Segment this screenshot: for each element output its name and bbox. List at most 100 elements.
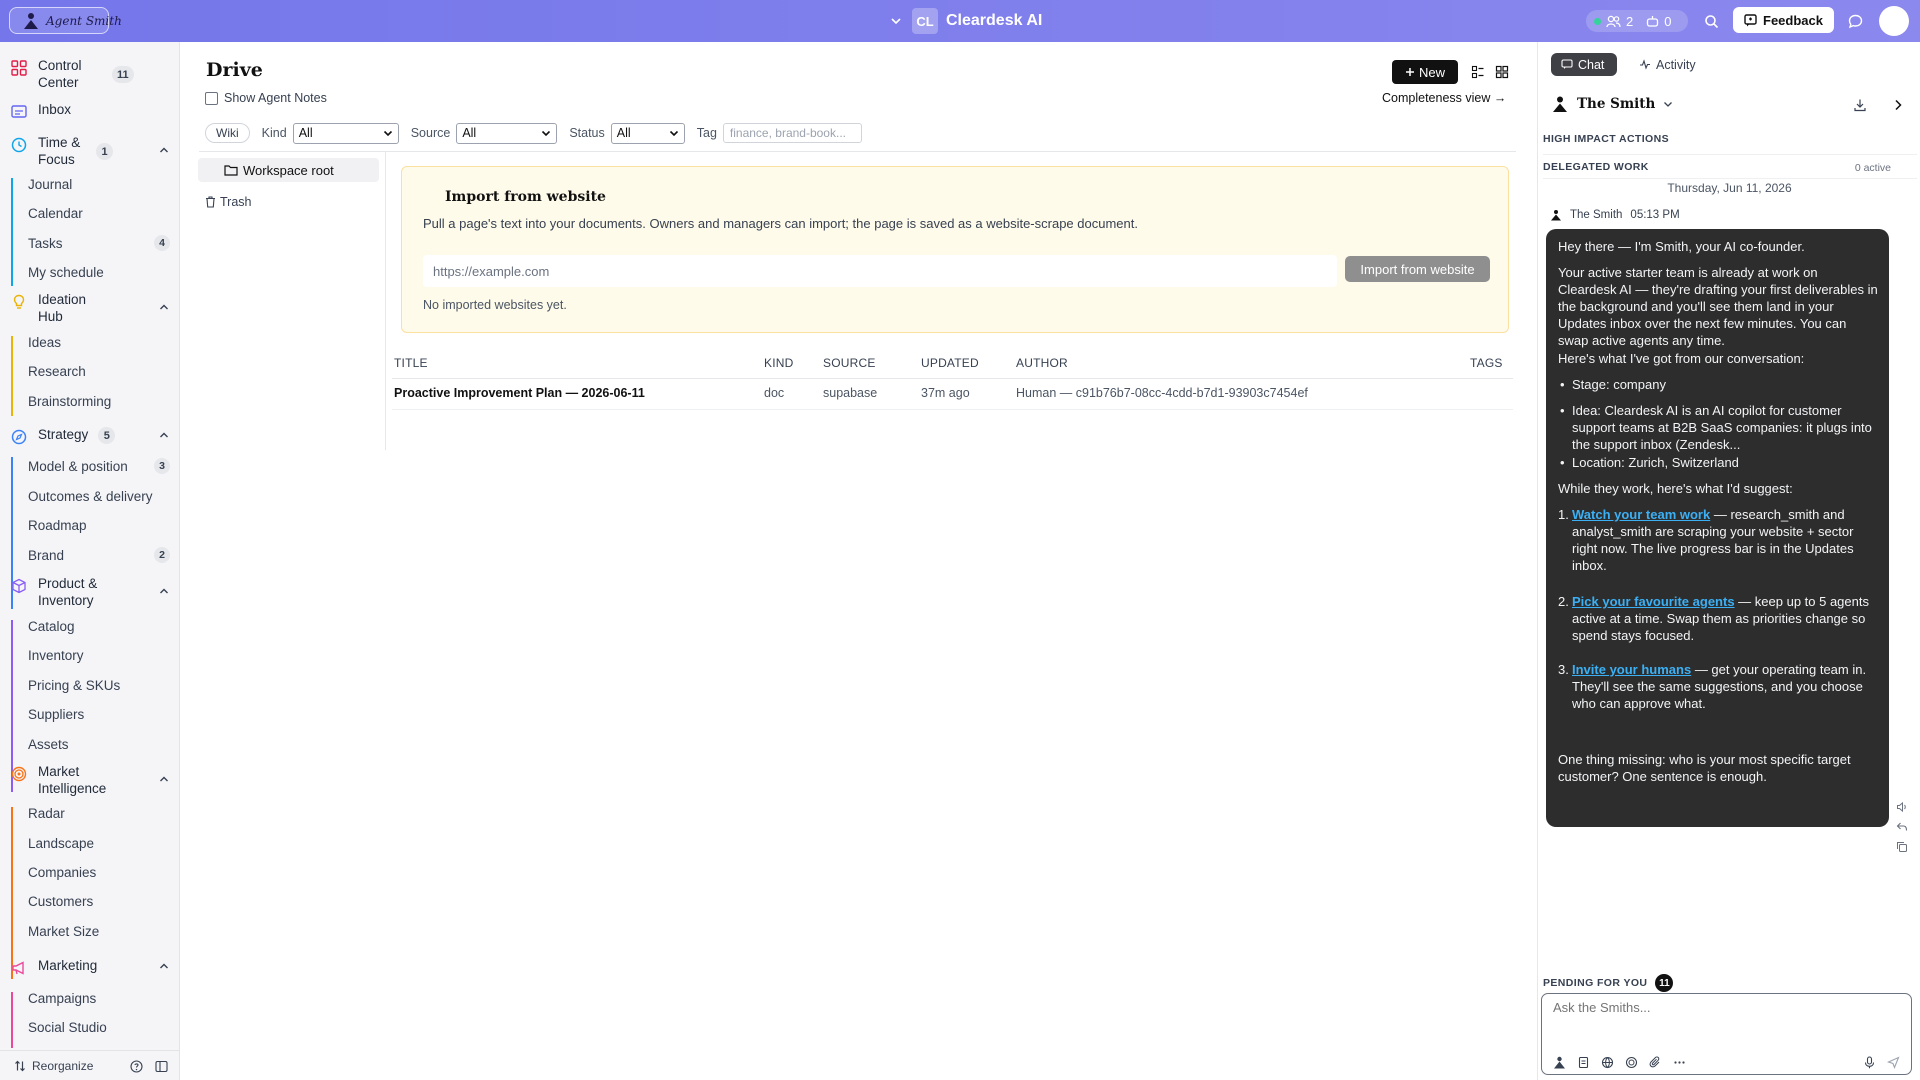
list-view-icon[interactable] [1467, 61, 1489, 83]
high-impact-actions-header[interactable]: HIGH IMPACT ACTIONS [1543, 133, 1917, 155]
sidebar-item-campaigns[interactable]: Campaigns [28, 990, 170, 1007]
chevron-up-icon[interactable] [158, 960, 170, 972]
sidebar-item-market-size[interactable]: Market Size [28, 923, 170, 940]
completeness-view-link[interactable]: Completeness view → [1382, 91, 1506, 105]
sidebar-item-model-position[interactable]: Model & position 3 [28, 458, 170, 475]
megaphone-icon [10, 959, 28, 977]
invite-humans-link[interactable]: Invite your humans [1572, 662, 1691, 677]
sidebar-item-my-schedule[interactable]: My schedule [28, 264, 170, 281]
speaker-icon[interactable] [1895, 800, 1908, 813]
pending-for-you[interactable]: PENDING FOR YOU 11 [1543, 974, 1674, 992]
pick-agents-link[interactable]: Pick your favourite agents [1572, 594, 1735, 609]
document-icon[interactable] [1577, 1056, 1590, 1069]
reorganize-button[interactable]: Reorganize [32, 1059, 93, 1073]
sidebar-item-market-intelligence[interactable]: Market Intelligence [10, 763, 174, 797]
app-logo[interactable]: Agent Smith [9, 7, 122, 34]
sidebar-item-tasks[interactable]: Tasks 4 [28, 235, 170, 252]
sidebar-item-landscape[interactable]: Landscape [28, 835, 170, 852]
sidebar-item-roadmap[interactable]: Roadmap [28, 517, 170, 534]
sidebar-item-brand[interactable]: Brand 2 [28, 547, 170, 564]
chevron-right-icon[interactable] [1890, 97, 1906, 113]
sidebar-item-social-studio[interactable]: Social Studio [28, 1019, 170, 1036]
download-icon[interactable] [1852, 97, 1868, 113]
tab-label: Activity [1656, 57, 1696, 72]
website-url-input[interactable]: https://example.com [423, 255, 1337, 287]
show-agent-notes-toggle[interactable]: Show Agent Notes [205, 91, 327, 105]
list-number: 3. [1558, 662, 1569, 677]
column-header-updated[interactable]: UPDATED [921, 356, 979, 370]
tree-item-trash[interactable]: Trash [205, 195, 252, 209]
status-select[interactable]: All [610, 122, 685, 144]
wiki-filter-chip[interactable]: Wiki [205, 123, 250, 143]
sidebar-item-customers[interactable]: Customers [28, 893, 170, 910]
sidebar-item-outcomes-delivery[interactable]: Outcomes & delivery [28, 488, 170, 505]
sidebar-item-ideation-hub[interactable]: Ideation Hub [10, 291, 174, 325]
grid-view-icon[interactable] [1491, 61, 1513, 83]
sidebar-item-strategy[interactable]: Strategy 5 [10, 426, 174, 446]
tree-item-workspace-root[interactable]: Workspace root [198, 158, 379, 182]
kind-select[interactable]: All [292, 122, 399, 144]
user-avatar[interactable] [1879, 6, 1909, 36]
tag-filter-input[interactable]: finance, brand-book... [722, 123, 862, 143]
agent-avatar-icon[interactable] [1553, 1056, 1566, 1069]
collapse-sidebar-icon[interactable] [155, 1060, 168, 1073]
more-icon[interactable] [1673, 1056, 1686, 1069]
watch-team-link[interactable]: Watch your team work [1572, 507, 1710, 522]
chevron-up-icon[interactable] [158, 585, 170, 597]
cell-title[interactable]: Proactive Improvement Plan — 2026-06-11 [394, 386, 645, 400]
sidebar-item-suppliers[interactable]: Suppliers [28, 706, 170, 723]
column-header-author[interactable]: AUTHOR [1016, 356, 1068, 370]
column-header-source[interactable]: SOURCE [823, 356, 876, 370]
sidebar-item-calendar[interactable]: Calendar [28, 205, 170, 222]
chevron-up-icon[interactable] [158, 144, 170, 156]
chevron-up-icon[interactable] [158, 301, 170, 313]
new-button[interactable]: New [1392, 60, 1458, 84]
source-select[interactable]: All [456, 122, 558, 144]
presence-counts[interactable]: 2 0 [1586, 10, 1688, 32]
section-rail [11, 807, 13, 979]
sidebar-item-brainstorming[interactable]: Brainstorming [28, 393, 170, 410]
tab-activity[interactable]: Activity [1629, 53, 1706, 76]
sidebar-item-inbox[interactable]: Inbox [10, 101, 174, 121]
sidebar-item-pricing-skus[interactable]: Pricing & SKUs [28, 677, 170, 694]
sidebar-item-radar[interactable]: Radar [28, 805, 170, 822]
sidebar-item-assets[interactable]: Assets [28, 736, 170, 753]
import-website-card: Import from website Pull a page's text i… [401, 166, 1509, 333]
target-icon[interactable] [1625, 1056, 1638, 1069]
column-header-kind[interactable]: KIND [764, 356, 793, 370]
sidebar-item-control-center[interactable]: Control Center 11 [10, 57, 174, 91]
import-website-button[interactable]: Import from website [1345, 256, 1490, 282]
agent-selector[interactable]: The Smith [1551, 95, 1673, 113]
sidebar-item-inventory[interactable]: Inventory [28, 647, 170, 664]
globe-icon[interactable] [1601, 1056, 1614, 1069]
checkbox[interactable] [205, 91, 218, 105]
feedback-button[interactable]: Feedback [1733, 7, 1834, 33]
copy-icon[interactable] [1895, 840, 1908, 853]
sidebar-item-journal[interactable]: Journal [28, 176, 170, 193]
sidebar-item-marketing[interactable]: Marketing [10, 957, 174, 977]
column-header-title[interactable]: TITLE [394, 356, 428, 370]
sidebar-item-product-inventory[interactable]: Product & Inventory [10, 575, 174, 609]
search-icon[interactable] [1702, 12, 1720, 30]
paperclip-icon[interactable] [1649, 1056, 1662, 1069]
microphone-icon[interactable] [1863, 1056, 1876, 1069]
delegated-work-header[interactable]: DELEGATED WORK 0 active [1543, 161, 1917, 179]
sidebar-item-companies[interactable]: Companies [28, 864, 170, 881]
chevron-up-icon[interactable] [158, 773, 170, 785]
sidebar-item-ideas[interactable]: Ideas [28, 334, 170, 351]
sidebar-item-research[interactable]: Research [28, 363, 170, 380]
chevron-up-icon[interactable] [158, 429, 170, 441]
sidebar-item-catalog[interactable]: Catalog [28, 618, 170, 635]
reply-icon[interactable] [1895, 820, 1908, 833]
send-icon[interactable] [1887, 1056, 1900, 1069]
tab-chat[interactable]: Chat [1551, 53, 1617, 76]
sidebar-item-time-focus[interactable]: Time & Focus 1 [10, 134, 174, 168]
column-header-tags[interactable]: TAGS [1470, 356, 1503, 370]
checkbox-label: Show Agent Notes [224, 91, 327, 105]
section-rail [11, 336, 13, 416]
chat-input[interactable] [1553, 1000, 1893, 1015]
workspace-switcher[interactable]: CL Cleardesk AI [888, 8, 1042, 34]
panel-tabs: Chat Activity [1551, 53, 1706, 76]
chat-bubble-icon[interactable] [1846, 12, 1864, 30]
help-icon[interactable] [130, 1060, 143, 1073]
